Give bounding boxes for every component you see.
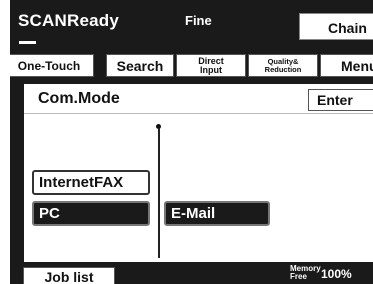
- tab-quality-reduction[interactable]: Quality& Reduction: [248, 54, 318, 77]
- tab-search[interactable]: Search: [106, 54, 174, 77]
- tab-bar: One-Touch Search Direct Input Quality& R…: [10, 50, 373, 80]
- tab-one-touch[interactable]: One-Touch: [10, 54, 94, 77]
- email-option[interactable]: E-Mail: [164, 201, 270, 226]
- tree-divider-line: [158, 128, 160, 258]
- panel-header: Com.Mode Enter: [24, 84, 373, 114]
- pc-option[interactable]: PC: [32, 201, 150, 226]
- status-bar: SCANReady Fine Chain: [10, 0, 373, 50]
- bottom-bar: Job list Memory Free 100%: [10, 262, 373, 284]
- com-mode-panel: Com.Mode Enter InternetFAX PC E-Mail: [24, 84, 373, 262]
- memory-label: Memory Free: [290, 265, 321, 281]
- tab-menu[interactable]: Menu: [320, 54, 373, 77]
- tab-direct-input-line2: Input: [200, 65, 222, 75]
- internetfax-option[interactable]: InternetFAX: [32, 170, 150, 195]
- tab-quality-line2: Reduction: [264, 65, 302, 74]
- status-title: SCANReady: [18, 11, 119, 30]
- panel-title: Com.Mode: [38, 90, 120, 107]
- memory-label-line2: Free: [290, 272, 307, 281]
- memory-value: 100%: [321, 267, 352, 281]
- title-underline: [19, 41, 36, 44]
- enter-button[interactable]: Enter: [308, 89, 373, 111]
- chain-button[interactable]: Chain: [299, 13, 373, 40]
- tab-direct-input[interactable]: Direct Input: [176, 54, 246, 77]
- device-screen: SCANReady Fine Chain One-Touch Search Di…: [10, 0, 373, 284]
- resolution-mode: Fine: [185, 13, 212, 28]
- job-list-button[interactable]: Job list: [23, 267, 115, 284]
